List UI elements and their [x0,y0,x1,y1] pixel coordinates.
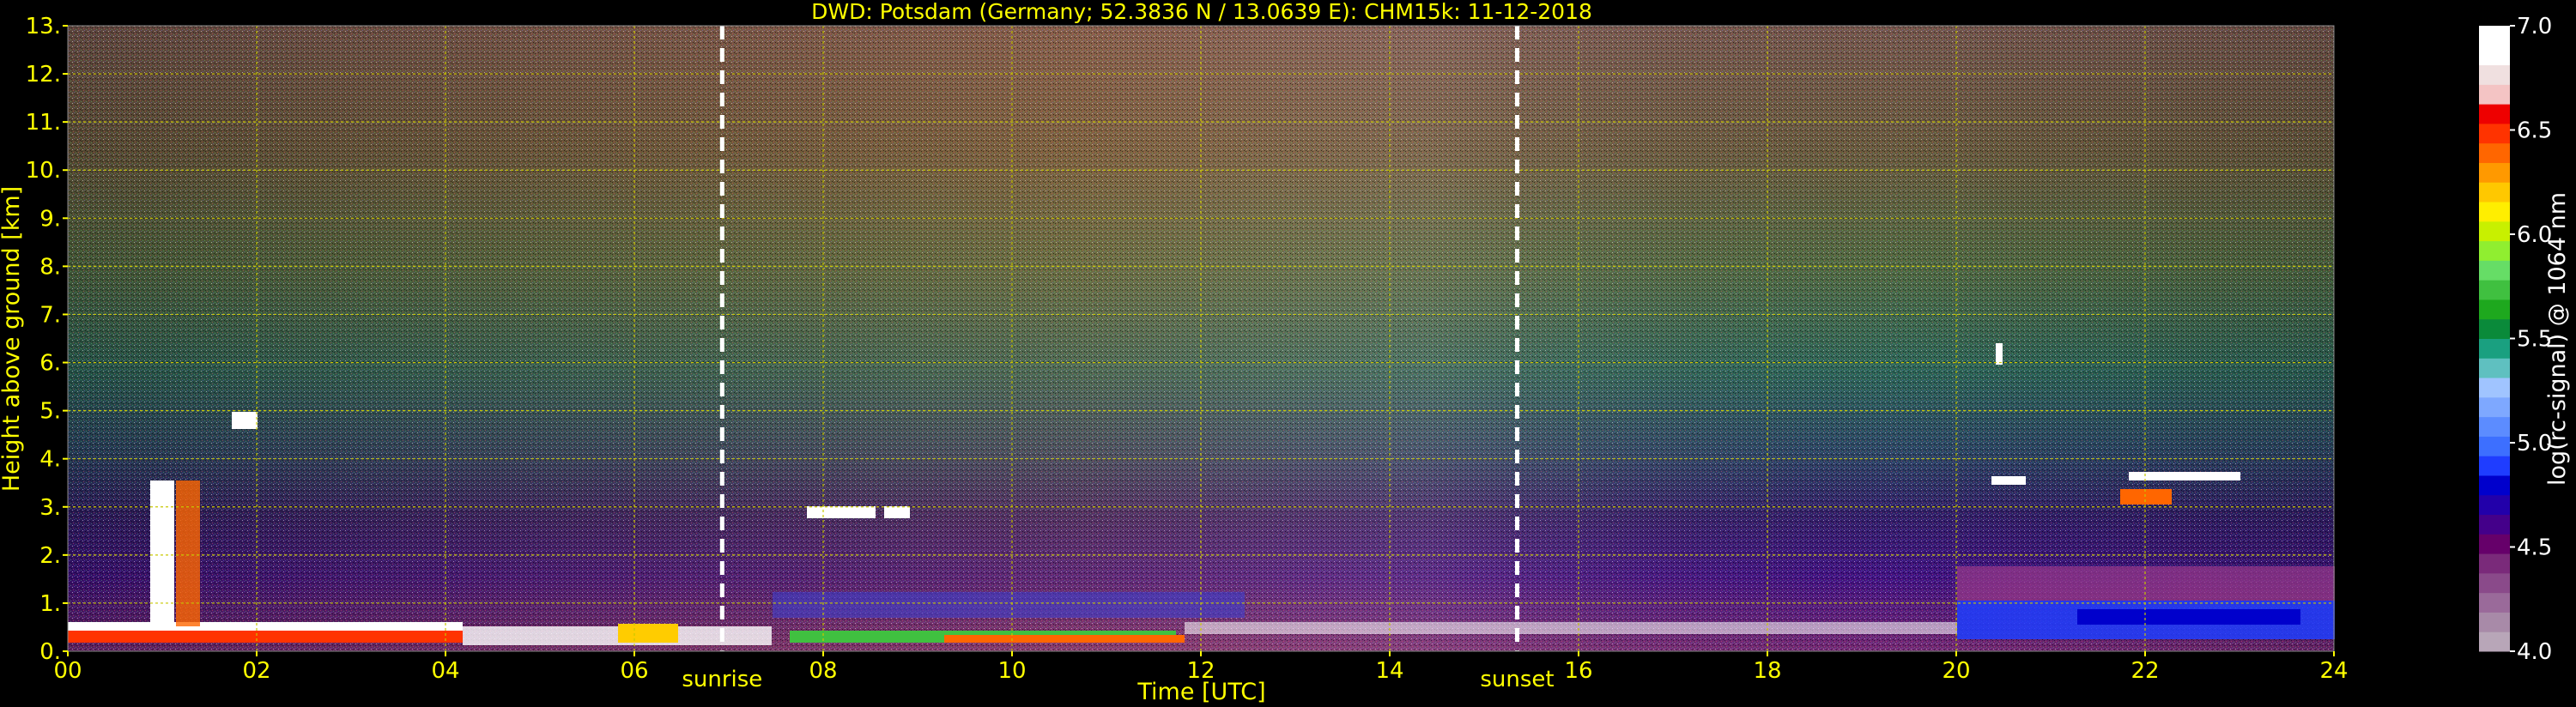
colorbar-swatch [2479,474,2510,496]
x-tick-label: 22 [2131,658,2159,684]
colorbar-swatch [2479,221,2510,242]
x-tick-label: 18 [1753,658,1781,684]
x-tick-label: 10 [997,658,1026,684]
colorbar-tick-label: 4.0 [2517,639,2552,665]
colorbar-swatch [2479,534,2510,554]
cloud-feature [807,506,876,518]
colorbar-swatch [2479,162,2510,183]
colorbar-swatch [2479,572,2510,594]
colorbar-swatch [2479,280,2510,300]
colorbar-swatch [2479,631,2510,652]
y-tick-label: 4. [39,447,61,473]
x-tick-label: 14 [1375,658,1403,684]
y-tick-label: 13. [26,14,61,39]
ceilometer-chart: 00 02 04 06 08 10 12 14 16 18 20 22 24 0.1.2.3.4.5.6… [0,0,2571,705]
colorbar-swatch [2479,202,2510,222]
colorbar-swatch [2479,123,2510,144]
x-tick-label: 04 [431,658,459,684]
colorbar-swatch [2479,64,2510,85]
x-tick-label: 02 [242,658,270,684]
colorbar-swatch [2479,182,2510,202]
y-tick-label: 11. [26,110,61,136]
y-tick-label: 6. [39,351,61,377]
colorbar-swatch [2479,240,2510,261]
x-tick-label: 20 [1942,658,1970,684]
colorbar [2479,26,2510,652]
y-tick-label: 10. [26,158,61,184]
y-tick-label: 7. [39,302,61,328]
colorbar-swatch [2479,592,2510,613]
colorbar-swatch [2479,416,2510,437]
colorbar-tick-label: 4.5 [2517,535,2552,561]
boundary-layer-band [463,626,772,645]
boundary-layer-band [618,624,678,643]
y-tick-label: 3. [39,495,61,521]
sunset-label: sunset [1480,667,1554,692]
boundary-layer-band [68,622,463,631]
colorbar-swatch [2479,514,2510,535]
y-tick-label: 9. [39,206,61,232]
colorbar-swatch [2479,84,2510,105]
boundary-layer-band [773,592,1245,618]
colorbar-swatch [2479,26,2510,46]
y-tick-label: 0. [39,639,61,665]
colorbar-swatch [2479,299,2510,320]
colorbar-swatch [2479,338,2510,359]
cloud-feature [1996,343,2003,365]
y-tick-label: 2. [39,543,61,569]
cloud-feature [150,480,174,626]
x-axis-label: Time [UTC] [1136,679,1265,705]
boundary-layer-band [944,635,1185,643]
y-tick-label: 12. [26,62,61,88]
colorbar-label: log(rc-signal) @ 1064 nm [2544,192,2571,486]
y-tick-label: 5. [39,399,61,425]
colorbar-swatch [2479,358,2510,378]
colorbar-swatch [2479,612,2510,632]
cloud-feature [232,412,258,429]
cloud-feature [2120,489,2172,505]
plot-area [67,25,2335,652]
colorbar-swatch [2479,436,2510,456]
cloud-feature [884,506,910,518]
x-tick-label: 08 [809,658,837,684]
colorbar-swatch [2479,104,2510,124]
x-tick-label: 06 [620,658,648,684]
colorbar-swatch [2479,456,2510,476]
boundary-layer-band [1185,622,1957,634]
cloud-feature [1991,476,2026,485]
boundary-layer-band [1957,566,2335,601]
cloud-feature [176,480,200,626]
colorbar-swatch [2479,378,2510,398]
colorbar-swatch [2479,318,2510,339]
y-axis-ticks: 0. 1. 2. 3. 4. 5. 6. 7. 8. 9. 10. 11. 12. 13. [26,14,68,665]
boundary-layer-band [2077,609,2300,625]
y-tick-label: 1. [39,591,61,617]
x-tick-label: 24 [2319,658,2348,684]
x-tick-label: 16 [1564,658,1592,684]
colorbar-swatch [2479,553,2510,574]
y-axis-label: Height above ground [km] [0,186,25,492]
colorbar-tick-label: 7.0 [2517,14,2552,39]
colorbar-tick-label: 6.5 [2517,118,2552,144]
colorbar-swatch [2479,142,2510,163]
sunrise-label: sunrise [682,667,762,692]
chart-title: DWD: Potsdam (Germany; 52.3836 N / 13.06… [811,0,1592,24]
colorbar-swatch [2479,45,2510,66]
y-tick-label: 8. [39,254,61,280]
colorbar-swatch [2479,260,2510,281]
colorbar-swatch [2479,396,2510,418]
colorbar-swatch [2479,494,2510,516]
boundary-layer-band [68,631,463,643]
